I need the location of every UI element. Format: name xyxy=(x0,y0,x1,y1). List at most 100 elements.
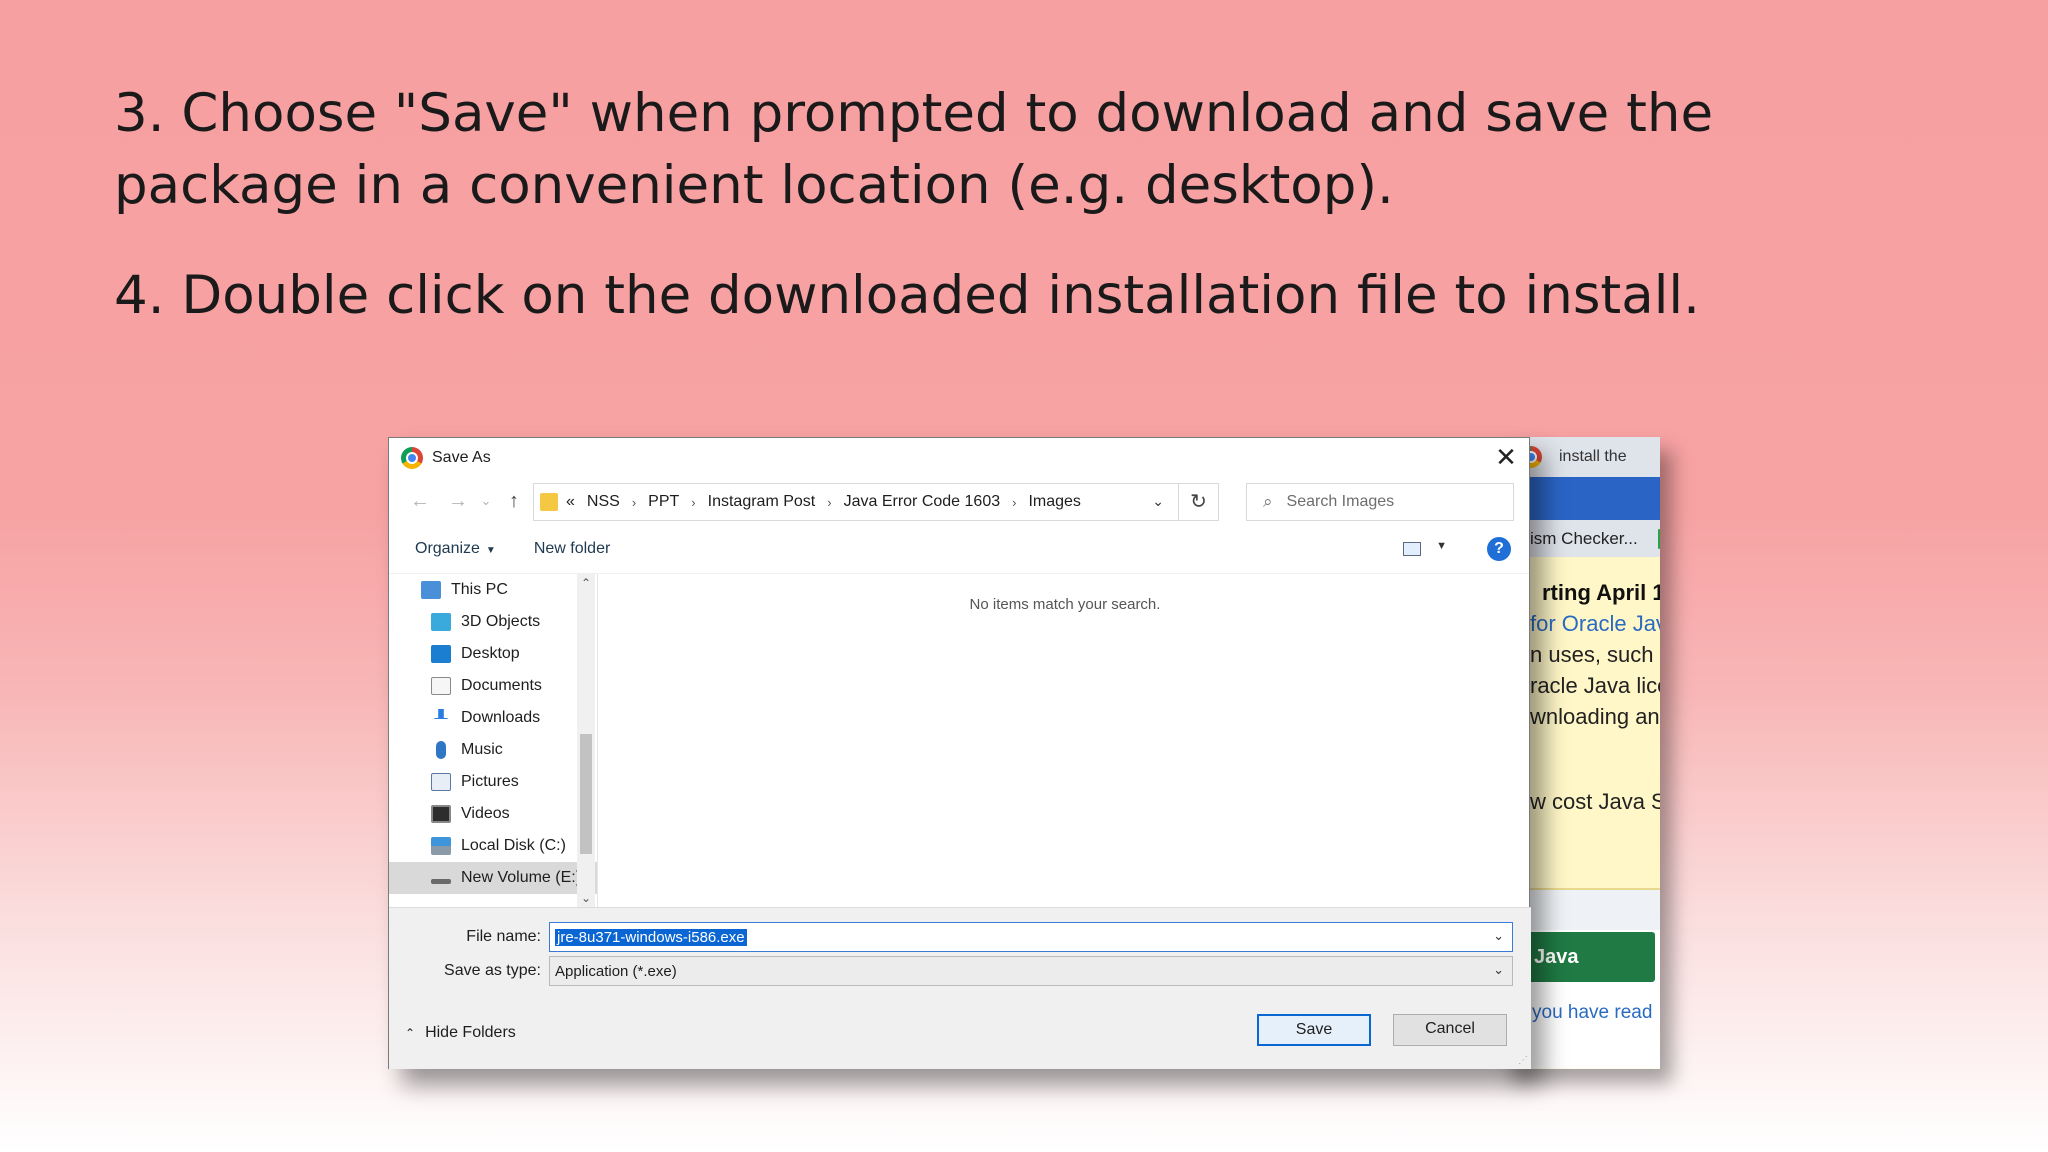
close-icon[interactable]: ✕ xyxy=(1491,442,1521,472)
address-bar[interactable]: « NSS › PPT › Instagram Post › Java Erro… xyxy=(533,483,1179,521)
file-name-row: File name: jre-8u371-windows-i586.exe ⌄ xyxy=(389,922,1513,952)
refresh-icon[interactable]: ↻ xyxy=(1179,483,1219,521)
search-placeholder: Search Images xyxy=(1286,493,1395,510)
page-text: wnloading an xyxy=(1530,704,1660,729)
view-options-icon[interactable] xyxy=(1403,542,1421,556)
nav-item-label: Downloads xyxy=(461,709,541,726)
nav-item-label: 3D Objects xyxy=(461,613,541,630)
breadcrumb-separator-icon[interactable]: › xyxy=(1012,495,1016,510)
breadcrumb-item[interactable]: NSS xyxy=(587,493,620,511)
save-as-dialog: Save As ✕ ← → ⌄ ↑ « NSS › PPT › Instagra… xyxy=(388,437,1531,1069)
new-volume-icon xyxy=(431,878,451,884)
breadcrumb-separator-icon[interactable]: › xyxy=(827,495,831,510)
pictures-icon xyxy=(431,773,451,791)
bookmark-item[interactable]: ism Checker... xyxy=(1530,529,1638,549)
page-heading: rting April 1 xyxy=(1542,580,1660,605)
videos-icon xyxy=(431,805,451,823)
scroll-up-icon[interactable]: ⌃ xyxy=(577,574,595,592)
help-icon[interactable]: ? xyxy=(1487,537,1511,561)
nav-item-label: Local Disk (C:) xyxy=(461,837,566,854)
save-type-row: Save as type: Application (*.exe) ⌄ xyxy=(389,956,1513,986)
nav-item-label: Pictures xyxy=(461,773,519,790)
empty-message: No items match your search. xyxy=(969,596,1161,613)
file-name-label: File name: xyxy=(466,928,541,945)
chevron-down-icon[interactable]: ⌄ xyxy=(1493,962,1504,978)
nav-item-videos[interactable]: Videos xyxy=(389,798,597,830)
nav-item-documents[interactable]: Documents xyxy=(389,670,597,702)
folder-icon xyxy=(540,493,558,511)
page-text: n uses, such a xyxy=(1530,642,1660,667)
terms-text: you have read xyxy=(1532,1002,1653,1023)
navigation-pane: This PC 3D Objects Desktop Documents Dow… xyxy=(389,574,597,907)
slide-text: 3. Choose "Save" when prompted to downlo… xyxy=(114,78,1814,332)
dialog-body: This PC 3D Objects Desktop Documents Dow… xyxy=(389,574,1531,907)
breadcrumb-separator-icon[interactable]: › xyxy=(632,495,636,510)
organize-button[interactable]: Organize ▼ xyxy=(415,540,496,558)
caret-down-icon: ▼ xyxy=(485,544,496,556)
dialog-titlebar: Save As ✕ xyxy=(389,438,1529,478)
nav-item-downloads[interactable]: Downloads xyxy=(389,702,597,734)
up-arrow-icon[interactable]: ↑ xyxy=(495,490,533,513)
hide-folders-label: Hide Folders xyxy=(425,1024,516,1041)
page-link[interactable]: for Oracle Jav xyxy=(1530,608,1660,639)
download-java-button[interactable]: Java xyxy=(1520,932,1655,982)
nav-item-desktop[interactable]: Desktop xyxy=(389,638,597,670)
back-arrow-icon[interactable]: ← xyxy=(401,490,439,513)
chevron-down-icon[interactable]: ⌄ xyxy=(1493,928,1504,944)
step3-line1: 3. Choose "Save" when prompted to downlo… xyxy=(114,83,1714,144)
nav-item-3d-objects[interactable]: 3D Objects xyxy=(389,606,597,638)
file-list-pane[interactable]: No items match your search. xyxy=(597,574,1531,907)
nav-item-local-disk[interactable]: Local Disk (C:) xyxy=(389,830,597,862)
save-type-select[interactable]: Application (*.exe) ⌄ xyxy=(549,956,1513,986)
dialog-footer: File name: jre-8u371-windows-i586.exe ⌄ … xyxy=(389,907,1531,1069)
desktop-icon xyxy=(431,645,451,663)
recent-locations-icon[interactable]: ⌄ xyxy=(477,493,495,509)
resize-grip-icon[interactable]: ⋰ xyxy=(1518,1055,1528,1066)
music-icon xyxy=(436,741,446,759)
save-type-value: Application (*.exe) xyxy=(555,962,677,980)
new-folder-button[interactable]: New folder xyxy=(534,540,610,558)
page-text: racle Java lice xyxy=(1530,673,1660,698)
navigation-row: ← → ⌄ ↑ « NSS › PPT › Instagram Post › J… xyxy=(389,478,1529,524)
file-name-input[interactable]: jre-8u371-windows-i586.exe ⌄ xyxy=(549,922,1513,952)
caret-down-icon[interactable]: ▼ xyxy=(1436,540,1447,552)
nav-item-music[interactable]: Music xyxy=(389,734,597,766)
breadcrumb-overflow[interactable]: « xyxy=(566,493,575,511)
organize-label: Organize xyxy=(415,539,480,557)
address-dropdown-icon[interactable]: ⌄ xyxy=(1152,493,1164,510)
step3-line2: package in a convenient location (e.g. d… xyxy=(114,155,1394,216)
nav-item-label: This PC xyxy=(451,581,508,598)
breadcrumb-separator-icon[interactable]: › xyxy=(691,495,695,510)
chrome-icon xyxy=(401,447,423,469)
nav-item-label: Documents xyxy=(461,677,542,694)
save-button[interactable]: Save xyxy=(1257,1014,1371,1046)
3d-objects-icon xyxy=(431,613,451,631)
nav-item-pictures[interactable]: Pictures xyxy=(389,766,597,798)
nav-pane-scrollbar[interactable]: ⌃ ⌄ xyxy=(577,574,595,907)
nav-item-this-pc[interactable]: This PC xyxy=(389,574,597,606)
scroll-thumb[interactable] xyxy=(580,734,592,854)
step4-text: 4. Double click on the downloaded instal… xyxy=(114,265,1700,326)
breadcrumb-item[interactable]: Instagram Post xyxy=(708,493,816,511)
breadcrumb-item[interactable]: PPT xyxy=(648,493,679,511)
nav-item-label: Desktop xyxy=(461,645,520,662)
bookmark-icon xyxy=(1657,528,1660,549)
page-text: w cost Java SE xyxy=(1530,789,1660,814)
hide-folders-button[interactable]: ⌃ Hide Folders xyxy=(405,1024,516,1042)
chevron-up-icon: ⌃ xyxy=(405,1026,416,1040)
browser-tab-title: install the xyxy=(1559,448,1627,465)
documents-icon xyxy=(431,677,451,695)
breadcrumb-item[interactable]: Images xyxy=(1028,493,1080,511)
breadcrumb-item[interactable]: Java Error Code 1603 xyxy=(844,493,1001,511)
local-disk-icon xyxy=(431,837,451,855)
save-type-label: Save as type: xyxy=(444,962,541,979)
nav-item-label: Videos xyxy=(461,805,510,822)
search-input[interactable]: ⌕ Search Images xyxy=(1246,483,1514,521)
scroll-down-icon[interactable]: ⌄ xyxy=(577,889,595,907)
dialog-toolbar: Organize ▼ New folder ▼ ? xyxy=(389,524,1529,574)
nav-item-new-volume[interactable]: New Volume (E:) xyxy=(389,862,597,894)
file-name-value: jre-8u371-windows-i586.exe xyxy=(555,928,747,946)
forward-arrow-icon[interactable]: → xyxy=(439,490,477,513)
nav-item-label: New Volume (E:) xyxy=(461,869,582,886)
cancel-button[interactable]: Cancel xyxy=(1393,1014,1507,1046)
